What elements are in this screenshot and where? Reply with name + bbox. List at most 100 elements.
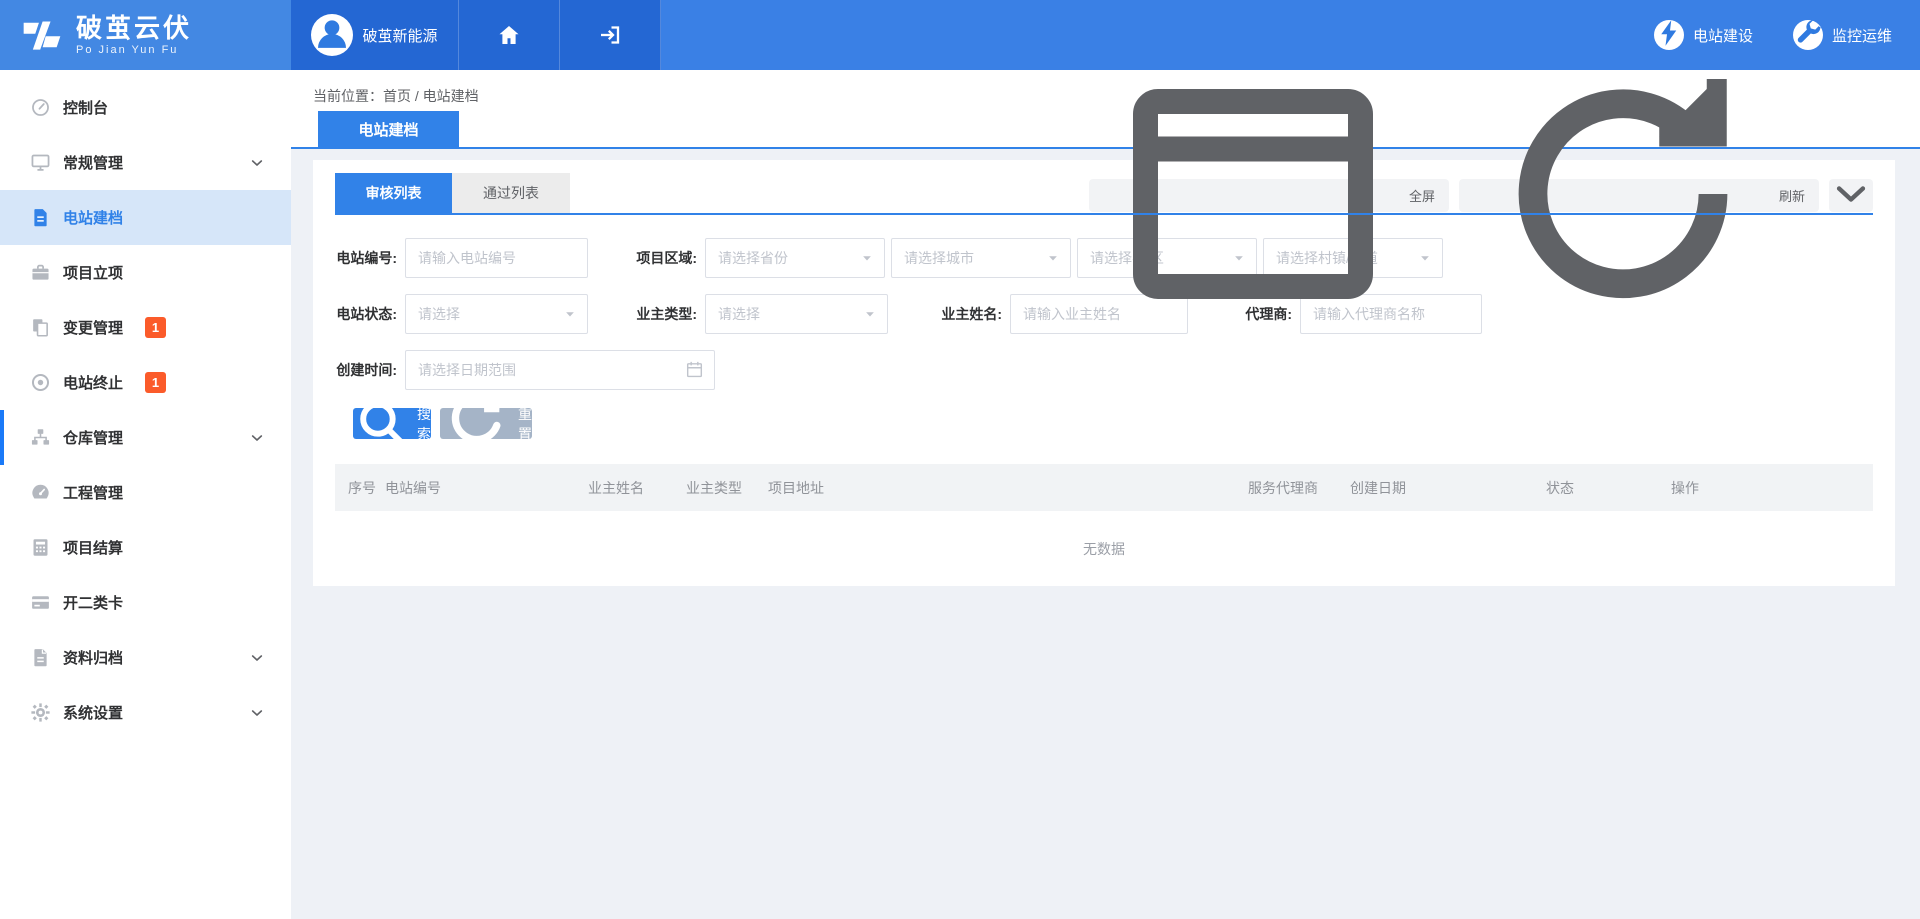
station-archive-card: 审核列表 通过列表 全屏 刷新 bbox=[313, 160, 1895, 586]
current-account[interactable]: 破茧新能源 bbox=[291, 0, 459, 70]
tab-passed-list[interactable]: 通过列表 bbox=[452, 173, 570, 213]
station-status-label: 电站状态: bbox=[335, 304, 405, 324]
archive-icon bbox=[30, 647, 51, 668]
sidebar-item-engineering-management[interactable]: 工程管理 bbox=[0, 465, 291, 520]
sidebar-item-label: 开二类卡 bbox=[63, 592, 123, 613]
caret-down-icon bbox=[563, 307, 577, 321]
sidebar-item-label: 项目结算 bbox=[63, 537, 123, 558]
card-toolbar: 全屏 刷新 bbox=[1089, 179, 1873, 212]
search-icon bbox=[353, 394, 410, 454]
tab-review-list[interactable]: 审核列表 bbox=[335, 173, 452, 213]
calculator-icon bbox=[30, 537, 51, 558]
document-icon bbox=[30, 207, 51, 228]
table-empty-state: 无数据 bbox=[335, 511, 1873, 587]
pojian-logo-icon bbox=[20, 13, 64, 57]
form-actions: 搜索 重置 bbox=[353, 408, 1873, 439]
column-header-owner-name: 业主姓名 bbox=[588, 478, 686, 498]
briefcase-icon bbox=[30, 262, 51, 283]
date-range-picker[interactable] bbox=[405, 350, 715, 390]
home-icon bbox=[497, 23, 521, 47]
monitor-icon bbox=[30, 152, 51, 173]
record-icon bbox=[30, 372, 51, 393]
notification-badge: 1 bbox=[145, 372, 166, 393]
created-time-label: 创建时间: bbox=[335, 360, 405, 380]
column-header-status: 状态 bbox=[1546, 478, 1671, 498]
page-content: 审核列表 通过列表 全屏 刷新 bbox=[291, 149, 1920, 586]
column-header-service-agent: 服务代理商 bbox=[1248, 478, 1350, 498]
collapse-button[interactable] bbox=[1829, 179, 1873, 212]
logout-button[interactable] bbox=[560, 0, 661, 70]
copy-icon bbox=[30, 317, 51, 338]
chevron-down-icon bbox=[249, 650, 265, 666]
refresh-icon bbox=[1473, 44, 1773, 347]
caret-down-icon bbox=[1046, 251, 1060, 265]
sidebar-item-project-settlement[interactable]: 项目结算 bbox=[0, 520, 291, 575]
user-icon bbox=[311, 14, 353, 56]
date-range-input[interactable] bbox=[405, 350, 715, 390]
main-area: 当前位置：首页 / 电站建档 电站建档 审核列表 通过列表 全屏 刷新 bbox=[291, 70, 1920, 919]
card-icon bbox=[30, 592, 51, 613]
sidebar-item-label: 控制台 bbox=[63, 97, 108, 118]
column-header-owner-type: 业主类型 bbox=[686, 478, 768, 498]
brand-name: 破茧云伏 bbox=[76, 15, 192, 41]
sidebar-item-label: 仓库管理 bbox=[63, 427, 123, 448]
caret-down-icon bbox=[1418, 251, 1432, 265]
notification-badge: 1 bbox=[145, 317, 166, 338]
sidebar-item-station-termination[interactable]: 电站终止 1 bbox=[0, 355, 291, 410]
breadcrumb: 当前位置：首页 / 电站建档 bbox=[313, 86, 479, 106]
station-no-input[interactable] bbox=[405, 238, 588, 278]
chevron-down-icon bbox=[1829, 172, 1873, 219]
column-header-station-no: 电站编号 bbox=[385, 478, 588, 498]
chevron-down-icon bbox=[249, 430, 265, 446]
owner-type-select[interactable]: 请选择 bbox=[705, 294, 888, 334]
sidebar-item-data-archive[interactable]: 资料归档 bbox=[0, 630, 291, 685]
dashboard-icon bbox=[30, 482, 51, 503]
wrench-icon bbox=[1793, 20, 1823, 50]
province-select[interactable]: 请选择省份 bbox=[705, 238, 885, 278]
sidebar-item-project-initiation[interactable]: 项目立项 bbox=[0, 245, 291, 300]
search-button[interactable]: 搜索 bbox=[353, 408, 431, 439]
sidebar-item-label: 工程管理 bbox=[63, 482, 123, 503]
caret-down-icon bbox=[860, 251, 874, 265]
owner-type-label: 业主类型: bbox=[635, 304, 705, 324]
sidebar-item-open-class2-card[interactable]: 开二类卡 bbox=[0, 575, 291, 630]
column-header-created-date: 创建日期 bbox=[1350, 478, 1546, 498]
fullscreen-button[interactable]: 全屏 bbox=[1089, 179, 1449, 212]
active-accent-bar bbox=[0, 410, 4, 465]
region-label: 项目区域: bbox=[635, 248, 705, 268]
column-header-actions: 操作 bbox=[1671, 478, 1791, 498]
home-button[interactable] bbox=[459, 0, 560, 70]
chevron-down-icon bbox=[249, 155, 265, 171]
sidebar-item-label: 常规管理 bbox=[63, 152, 123, 173]
sidebar-item-label: 电站建档 bbox=[63, 207, 123, 228]
sidebar-item-station-archive[interactable]: 电站建档 bbox=[0, 190, 291, 245]
sidebar-item-warehouse-management[interactable]: 仓库管理 bbox=[0, 410, 291, 465]
sidebar-item-label: 系统设置 bbox=[63, 702, 123, 723]
company-name: 破茧新能源 bbox=[362, 25, 437, 46]
sidebar-item-label: 电站终止 bbox=[63, 372, 123, 393]
sidebar-item-label: 变更管理 bbox=[63, 317, 123, 338]
sidebar-item-label: 资料归档 bbox=[63, 647, 123, 668]
gear-icon bbox=[30, 702, 51, 723]
caret-down-icon bbox=[863, 307, 877, 321]
sidebar-item-change-management[interactable]: 变更管理 1 bbox=[0, 300, 291, 355]
owner-name-label: 业主姓名: bbox=[935, 304, 1010, 324]
card-tabs-row: 审核列表 通过列表 全屏 刷新 bbox=[335, 160, 1873, 215]
refresh-button[interactable]: 刷新 bbox=[1459, 179, 1819, 212]
sidebar-item-console[interactable]: 控制台 bbox=[0, 80, 291, 135]
chevron-down-icon bbox=[249, 705, 265, 721]
column-header-project-address: 项目地址 bbox=[768, 478, 1248, 498]
gauge-icon bbox=[30, 97, 51, 118]
station-status-select[interactable]: 请选择 bbox=[405, 294, 588, 334]
city-select[interactable]: 请选择城市 bbox=[891, 238, 1071, 278]
sidebar-item-system-settings[interactable]: 系统设置 bbox=[0, 685, 291, 740]
brand-logo: 破茧云伏 Po Jian Yun Fu bbox=[0, 0, 291, 70]
station-no-label: 电站编号: bbox=[335, 248, 405, 268]
page-tab-station-archive[interactable]: 电站建档 bbox=[318, 111, 459, 147]
reset-button[interactable]: 重置 bbox=[440, 408, 532, 439]
sidebar-item-general-management[interactable]: 常规管理 bbox=[0, 135, 291, 190]
mode-monitoring-ops[interactable]: 监控运维 bbox=[1793, 20, 1892, 50]
sidebar: 控制台常规管理电站建档项目立项变更管理 1 电站终止 1 仓库管理工程管理项目结算开二类… bbox=[0, 70, 291, 919]
fullscreen-icon bbox=[1103, 44, 1403, 347]
tabs-underline bbox=[335, 213, 1873, 215]
